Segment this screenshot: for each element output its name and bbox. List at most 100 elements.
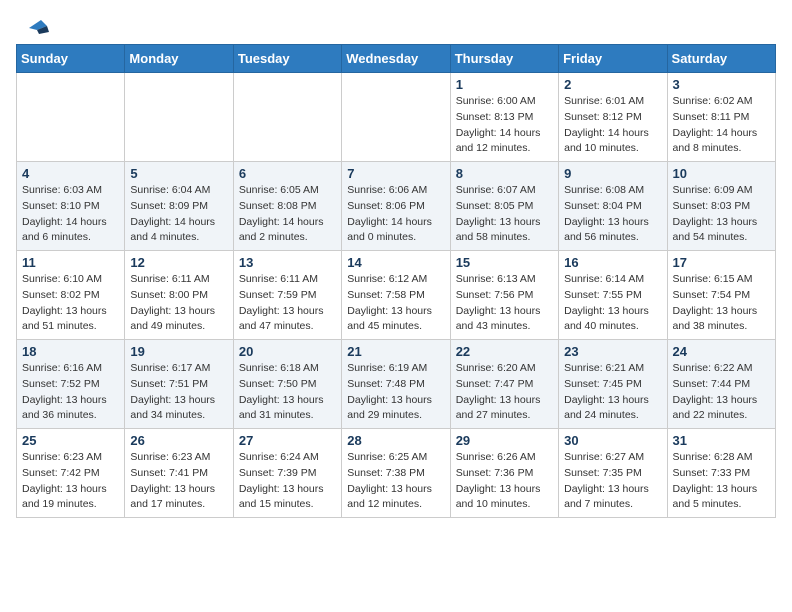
day-number: 21 (347, 344, 444, 359)
calendar-header-row: SundayMondayTuesdayWednesdayThursdayFrid… (17, 45, 776, 73)
day-number: 11 (22, 255, 119, 270)
day-number: 23 (564, 344, 661, 359)
day-header-sunday: Sunday (17, 45, 125, 73)
calendar-cell: 26 Sunrise: 6:23 AMSunset: 7:41 PMDayligh… (125, 429, 233, 518)
calendar-cell: 20 Sunrise: 6:18 AMSunset: 7:50 PMDayligh… (233, 340, 341, 429)
calendar-cell: 14Sunrise: 6:12 AMSunset: 7:58 PMDayligh… (342, 251, 450, 340)
calendar-week-row: 25 Sunrise: 6:23 AMSunset: 7:42 PMDayligh… (17, 429, 776, 518)
day-number: 7 (347, 166, 444, 181)
calendar-cell: 1 Sunrise: 6:00 AMSunset: 8:13 PMDaylight… (450, 73, 558, 162)
day-header-wednesday: Wednesday (342, 45, 450, 73)
calendar-cell: 8 Sunrise: 6:07 AMSunset: 8:05 PMDaylight… (450, 162, 558, 251)
calendar-cell: 18Sunrise: 6:16 AMSunset: 7:52 PMDayligh… (17, 340, 125, 429)
day-number: 5 (130, 166, 227, 181)
day-info: Sunrise: 6:06 AMSunset: 8:06 PMDaylight:… (347, 183, 444, 246)
calendar-cell: 30 Sunrise: 6:27 AMSunset: 7:35 PMDayligh… (559, 429, 667, 518)
day-number: 19 (130, 344, 227, 359)
day-info: Sunrise: 6:27 AMSunset: 7:35 PMDaylight:… (564, 450, 661, 513)
day-info: Sunrise: 6:11 AMSunset: 8:00 PMDaylight:… (130, 272, 227, 335)
day-info: Sunrise: 6:26 AMSunset: 7:36 PMDaylight:… (456, 450, 553, 513)
day-info: Sunrise: 6:08 AMSunset: 8:04 PMDaylight:… (564, 183, 661, 246)
day-number: 27 (239, 433, 336, 448)
day-info: Sunrise: 6:15 AMSunset: 7:54 PMDaylight:… (673, 272, 770, 335)
calendar-cell: 6 Sunrise: 6:05 AMSunset: 8:08 PMDaylight… (233, 162, 341, 251)
day-number: 15 (456, 255, 553, 270)
day-number: 26 (130, 433, 227, 448)
calendar-cell: 10 Sunrise: 6:09 AMSunset: 8:03 PMDayligh… (667, 162, 775, 251)
calendar-cell: 17 Sunrise: 6:15 AMSunset: 7:54 PMDayligh… (667, 251, 775, 340)
day-number: 1 (456, 77, 553, 92)
day-info: Sunrise: 6:23 AMSunset: 7:41 PMDaylight:… (130, 450, 227, 513)
calendar-cell: 13 Sunrise: 6:11 AMSunset: 7:59 PMDayligh… (233, 251, 341, 340)
day-info: Sunrise: 6:28 AMSunset: 7:33 PMDaylight:… (673, 450, 770, 513)
day-number: 4 (22, 166, 119, 181)
day-number: 14 (347, 255, 444, 270)
day-header-saturday: Saturday (667, 45, 775, 73)
page-header (16, 16, 776, 34)
day-info: Sunrise: 6:00 AMSunset: 8:13 PMDaylight:… (456, 94, 553, 157)
day-info: Sunrise: 6:10 AMSunset: 8:02 PMDaylight:… (22, 272, 119, 335)
day-number: 18 (22, 344, 119, 359)
day-number: 31 (673, 433, 770, 448)
day-number: 6 (239, 166, 336, 181)
day-number: 17 (673, 255, 770, 270)
day-number: 28 (347, 433, 444, 448)
calendar-cell: 12 Sunrise: 6:11 AMSunset: 8:00 PMDayligh… (125, 251, 233, 340)
day-header-thursday: Thursday (450, 45, 558, 73)
day-number: 24 (673, 344, 770, 359)
calendar-cell: 25 Sunrise: 6:23 AMSunset: 7:42 PMDayligh… (17, 429, 125, 518)
calendar-cell: 29 Sunrise: 6:26 AMSunset: 7:36 PMDayligh… (450, 429, 558, 518)
calendar-cell: 31 Sunrise: 6:28 AMSunset: 7:33 PMDayligh… (667, 429, 775, 518)
day-number: 20 (239, 344, 336, 359)
day-info: Sunrise: 6:17 AMSunset: 7:51 PMDaylight:… (130, 361, 227, 424)
calendar-cell: 7 Sunrise: 6:06 AMSunset: 8:06 PMDaylight… (342, 162, 450, 251)
day-info: Sunrise: 6:22 AMSunset: 7:44 PMDaylight:… (673, 361, 770, 424)
day-number: 16 (564, 255, 661, 270)
day-info: Sunrise: 6:07 AMSunset: 8:05 PMDaylight:… (456, 183, 553, 246)
day-number: 10 (673, 166, 770, 181)
calendar-cell: 5 Sunrise: 6:04 AMSunset: 8:09 PMDaylight… (125, 162, 233, 251)
day-info: Sunrise: 6:13 AMSunset: 7:56 PMDaylight:… (456, 272, 553, 335)
day-info: Sunrise: 6:23 AMSunset: 7:42 PMDaylight:… (22, 450, 119, 513)
calendar-cell: 22 Sunrise: 6:20 AMSunset: 7:47 PMDayligh… (450, 340, 558, 429)
calendar-cell (17, 73, 125, 162)
calendar-week-row: 1 Sunrise: 6:00 AMSunset: 8:13 PMDaylight… (17, 73, 776, 162)
day-info: Sunrise: 6:01 AMSunset: 8:12 PMDaylight:… (564, 94, 661, 157)
calendar-cell: 2 Sunrise: 6:01 AMSunset: 8:12 PMDaylight… (559, 73, 667, 162)
day-number: 3 (673, 77, 770, 92)
day-header-monday: Monday (125, 45, 233, 73)
calendar-cell: 23 Sunrise: 6:21 AMSunset: 7:45 PMDayligh… (559, 340, 667, 429)
day-number: 25 (22, 433, 119, 448)
calendar-cell (342, 73, 450, 162)
day-number: 29 (456, 433, 553, 448)
day-info: Sunrise: 6:21 AMSunset: 7:45 PMDaylight:… (564, 361, 661, 424)
day-info: Sunrise: 6:19 AMSunset: 7:48 PMDaylight:… (347, 361, 444, 424)
day-number: 30 (564, 433, 661, 448)
calendar-cell (233, 73, 341, 162)
calendar-cell: 27Sunrise: 6:24 AMSunset: 7:39 PMDayligh… (233, 429, 341, 518)
day-info: Sunrise: 6:04 AMSunset: 8:09 PMDaylight:… (130, 183, 227, 246)
calendar-cell: 16 Sunrise: 6:14 AMSunset: 7:55 PMDayligh… (559, 251, 667, 340)
day-number: 8 (456, 166, 553, 181)
day-info: Sunrise: 6:09 AMSunset: 8:03 PMDaylight:… (673, 183, 770, 246)
day-info: Sunrise: 6:11 AMSunset: 7:59 PMDaylight:… (239, 272, 336, 335)
day-number: 22 (456, 344, 553, 359)
day-info: Sunrise: 6:02 AMSunset: 8:11 PMDaylight:… (673, 94, 770, 157)
day-info: Sunrise: 6:20 AMSunset: 7:47 PMDaylight:… (456, 361, 553, 424)
day-info: Sunrise: 6:05 AMSunset: 8:08 PMDaylight:… (239, 183, 336, 246)
day-number: 2 (564, 77, 661, 92)
calendar-cell: 3 Sunrise: 6:02 AMSunset: 8:11 PMDaylight… (667, 73, 775, 162)
calendar-week-row: 4 Sunrise: 6:03 AMSunset: 8:10 PMDaylight… (17, 162, 776, 251)
calendar-cell (125, 73, 233, 162)
day-info: Sunrise: 6:14 AMSunset: 7:55 PMDaylight:… (564, 272, 661, 335)
logo (16, 16, 49, 34)
calendar-cell: 9Sunrise: 6:08 AMSunset: 8:04 PMDaylight… (559, 162, 667, 251)
day-number: 13 (239, 255, 336, 270)
day-info: Sunrise: 6:18 AMSunset: 7:50 PMDaylight:… (239, 361, 336, 424)
logo-bird-icon (19, 16, 49, 38)
day-number: 12 (130, 255, 227, 270)
calendar-cell: 15 Sunrise: 6:13 AMSunset: 7:56 PMDayligh… (450, 251, 558, 340)
day-info: Sunrise: 6:03 AMSunset: 8:10 PMDaylight:… (22, 183, 119, 246)
calendar-cell: 4 Sunrise: 6:03 AMSunset: 8:10 PMDaylight… (17, 162, 125, 251)
calendar-cell: 11 Sunrise: 6:10 AMSunset: 8:02 PMDayligh… (17, 251, 125, 340)
